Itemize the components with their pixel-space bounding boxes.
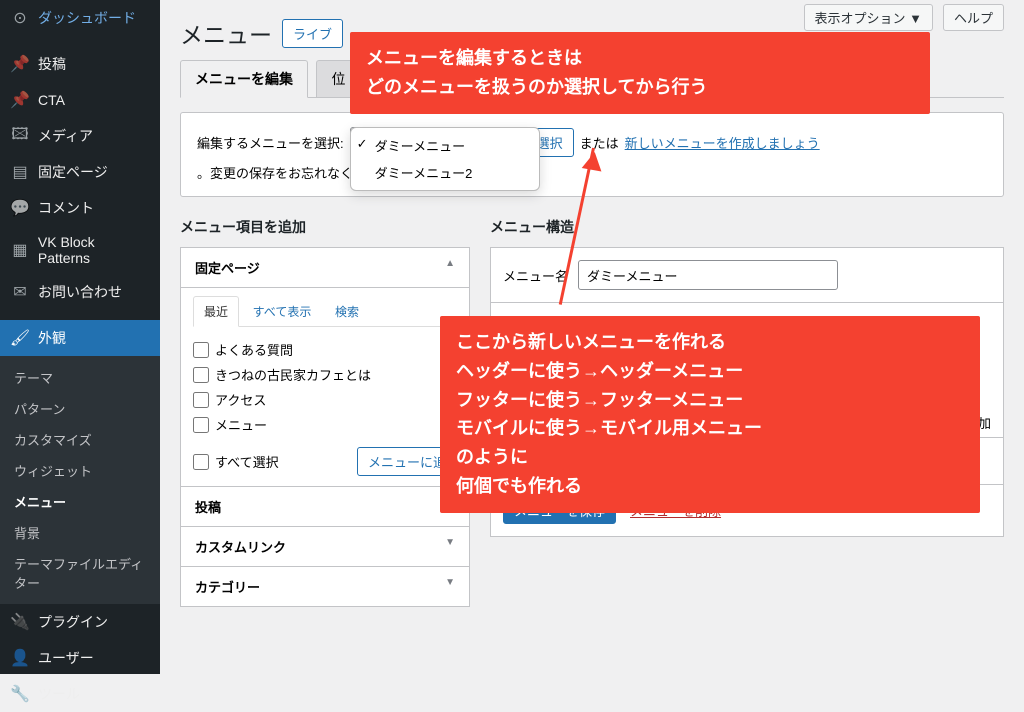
sub-editor[interactable]: テーマファイルエディター bbox=[0, 548, 160, 598]
sidebar-item-dashboard[interactable]: ⊙ ダッシュボード bbox=[0, 0, 160, 36]
annotation-arrow bbox=[592, 148, 595, 308]
dashboard-icon: ⊙ bbox=[10, 8, 30, 28]
acc-custom-head[interactable]: カスタムリンク▼ bbox=[181, 526, 469, 566]
sub-background[interactable]: 背景 bbox=[0, 517, 160, 548]
admin-sidebar: ⊙ ダッシュボード 📌 投稿 📌 CTA 🖾 メディア ▤ 固定ページ 💬 コメント ▦ VK… bbox=[0, 0, 160, 674]
checkbox[interactable] bbox=[193, 392, 209, 408]
subtab-recent[interactable]: 最近 bbox=[193, 296, 239, 327]
checkbox[interactable] bbox=[193, 367, 209, 383]
subtab-search[interactable]: 検索 bbox=[325, 297, 369, 326]
tab-edit-menu[interactable]: メニューを編集 bbox=[180, 60, 308, 98]
menu-name-label: メニュー名 bbox=[503, 266, 568, 285]
tool-icon: 🔧 bbox=[10, 684, 30, 704]
chevron-down-icon: ▼ bbox=[445, 537, 455, 556]
subtab-all[interactable]: すべて表示 bbox=[243, 297, 322, 326]
sidebar-submenu: テーマ パターン カスタマイズ ウィジェット メニュー 背景 テーマファイルエデ… bbox=[0, 356, 160, 604]
sub-pattern[interactable]: パターン bbox=[0, 393, 160, 424]
sidebar-item-contact[interactable]: ✉ お問い合わせ bbox=[0, 274, 160, 310]
page-item-label: メニュー bbox=[215, 415, 267, 434]
note-text: 。変更の保存をお忘れなく。 bbox=[197, 163, 366, 182]
annotation-1: メニューを編集するときは どのメニューを扱うのか選択してから行う bbox=[350, 32, 930, 114]
acc-pages-head[interactable]: 固定ページ▲ bbox=[181, 248, 469, 287]
structure-heading: メニュー構造 bbox=[490, 217, 1004, 237]
sidebar-label: CTA bbox=[38, 92, 65, 108]
page-item-label: よくある質問 bbox=[215, 340, 293, 359]
menu-name-input[interactable] bbox=[578, 260, 838, 290]
user-icon: 👤 bbox=[10, 648, 30, 668]
pin-icon: 📌 bbox=[10, 90, 30, 110]
acc-category-head[interactable]: カテゴリー▼ bbox=[181, 566, 469, 606]
chevron-up-icon: ▲ bbox=[445, 258, 455, 277]
chevron-down-icon: ▼ bbox=[445, 577, 455, 596]
create-menu-link[interactable]: 新しいメニューを作成しましょう bbox=[625, 133, 820, 152]
page-icon: ▤ bbox=[10, 162, 30, 182]
page-item-label: アクセス bbox=[215, 390, 266, 409]
add-items-heading: メニュー項目を追加 bbox=[180, 217, 470, 237]
page-item-label: きつねの古民家カフェとは bbox=[215, 365, 371, 384]
menu-dropdown: ダミーメニュー ダミーメニュー2 bbox=[350, 127, 540, 191]
pin-icon: 📌 bbox=[10, 54, 30, 74]
comment-icon: 💬 bbox=[10, 198, 30, 218]
sidebar-item-comments[interactable]: 💬 コメント bbox=[0, 190, 160, 226]
sidebar-label: VK Block Patterns bbox=[38, 234, 150, 266]
page-checkbox-row[interactable]: よくある質問 bbox=[193, 337, 457, 362]
sub-widgets[interactable]: ウィジェット bbox=[0, 455, 160, 486]
page-checkbox-row[interactable]: メニュー bbox=[193, 412, 457, 437]
sidebar-label: ダッシュボード bbox=[38, 8, 136, 28]
media-icon: 🖾 bbox=[10, 126, 30, 146]
sidebar-label: 投稿 bbox=[38, 54, 66, 74]
dropdown-option[interactable]: ダミーメニュー bbox=[351, 132, 539, 159]
sidebar-item-cta[interactable]: 📌 CTA bbox=[0, 82, 160, 118]
sidebar-item-appearance[interactable]: 🖌 外観 bbox=[0, 320, 160, 356]
help-button[interactable]: ヘルプ bbox=[943, 4, 1004, 31]
screen-options-button[interactable]: 表示オプション ▼ bbox=[804, 4, 933, 31]
sidebar-label: コメント bbox=[38, 198, 94, 218]
sidebar-label: メディア bbox=[38, 126, 93, 146]
brush-icon: 🖌 bbox=[10, 328, 30, 348]
accordion: 固定ページ▲ 最近 すべて表示 検索 よくある質問 きつねの古民家カフェとは ア… bbox=[180, 247, 470, 607]
sidebar-label: プラグイン bbox=[38, 612, 108, 632]
select-all-checkbox[interactable] bbox=[193, 454, 209, 470]
checkbox[interactable] bbox=[193, 417, 209, 433]
sidebar-item-users[interactable]: 👤 ユーザー bbox=[0, 640, 160, 676]
grid-icon: ▦ bbox=[10, 240, 30, 260]
sidebar-label: 固定ページ bbox=[38, 162, 108, 182]
sub-theme[interactable]: テーマ bbox=[0, 362, 160, 393]
sidebar-item-plugins[interactable]: 🔌 プラグイン bbox=[0, 604, 160, 640]
sidebar-item-pages[interactable]: ▤ 固定ページ bbox=[0, 154, 160, 190]
sidebar-item-tools[interactable]: 🔧 ツール bbox=[0, 676, 160, 712]
dropdown-option[interactable]: ダミーメニュー2 bbox=[351, 159, 539, 186]
sidebar-label: ツール bbox=[38, 684, 80, 704]
mail-icon: ✉ bbox=[10, 282, 30, 302]
page-checkbox-row[interactable]: アクセス bbox=[193, 387, 457, 412]
select-label: 編集するメニューを選択: bbox=[197, 133, 344, 152]
acc-posts-head[interactable]: 投稿▼ bbox=[181, 486, 469, 526]
page-checkbox-row[interactable]: きつねの古民家カフェとは bbox=[193, 362, 457, 387]
sidebar-item-media[interactable]: 🖾 メディア bbox=[0, 118, 160, 154]
sidebar-label: 外観 bbox=[38, 328, 66, 348]
sub-menu[interactable]: メニュー bbox=[0, 486, 160, 517]
sidebar-label: ユーザー bbox=[38, 648, 94, 668]
select-all-row[interactable]: すべて選択 bbox=[193, 449, 279, 474]
sidebar-item-posts[interactable]: 📌 投稿 bbox=[0, 46, 160, 82]
select-all-label: すべて選択 bbox=[215, 452, 279, 471]
plugin-icon: 🔌 bbox=[10, 612, 30, 632]
checkbox[interactable] bbox=[193, 342, 209, 358]
annotation-2: ここから新しいメニューを作れる ヘッダーに使う→ヘッダーメニュー フッターに使う… bbox=[440, 316, 980, 513]
sidebar-label: お問い合わせ bbox=[38, 282, 122, 302]
sidebar-item-vk[interactable]: ▦ VK Block Patterns bbox=[0, 226, 160, 274]
sub-customize[interactable]: カスタマイズ bbox=[0, 424, 160, 455]
title-text: メニュー bbox=[180, 16, 272, 50]
live-preview-button[interactable]: ライブ bbox=[282, 19, 343, 48]
